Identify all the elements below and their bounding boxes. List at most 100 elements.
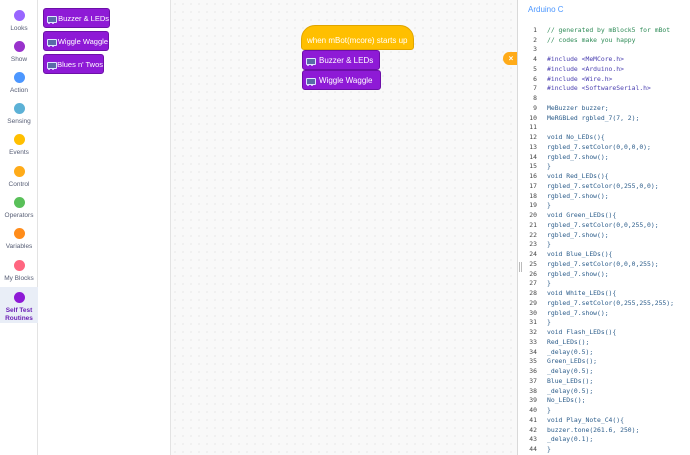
line-number: 10 xyxy=(529,113,537,122)
code-line: 21 rgbled_7.setColor(0,0,255,0); xyxy=(518,220,690,230)
line-number: 36 xyxy=(529,367,537,376)
code-line: 38 _delay(0.5); xyxy=(518,386,690,396)
code-line: 22 rgbled_7.show(); xyxy=(518,230,690,240)
code-line: 2 // codes make you happy xyxy=(518,35,690,45)
close-icon: × xyxy=(508,54,514,63)
code-text: Green_LEDs(); xyxy=(547,357,598,366)
code-text: void Green_LEDs(){ xyxy=(547,211,617,220)
category-events[interactable]: Events xyxy=(0,134,38,157)
code-line: 19} xyxy=(518,201,690,211)
category-my-blocks[interactable]: My Blocks xyxy=(0,260,38,283)
line-number: 32 xyxy=(529,328,537,337)
category-variables[interactable]: Variables xyxy=(0,228,38,251)
code-line: 16 void Red_LEDs(){ xyxy=(518,171,690,181)
code-text: #include <Arduino.h> xyxy=(547,64,624,73)
show-color-dot xyxy=(13,41,25,52)
category-sensing[interactable]: Sensing xyxy=(0,103,38,126)
code-text: void Blue_LEDs(){ xyxy=(547,250,613,259)
category-control[interactable]: Control xyxy=(0,166,38,189)
line-number: 23 xyxy=(529,240,537,249)
code-text: // generated by mBlock5 for mBot xyxy=(547,25,671,34)
block-palette: Buzzer & LEDs Wiggle Waggle Blues n' Two… xyxy=(38,0,171,455)
code-line: 28 void White_LEDs(){ xyxy=(518,288,690,298)
line-number: 4 xyxy=(533,55,537,64)
mblock-editor: Looks Show Action Sensing Events Control… xyxy=(0,0,690,455)
mbot-icon xyxy=(306,57,316,66)
category-show[interactable]: Show xyxy=(0,41,38,64)
code-line: 12 void No_LEDs(){ xyxy=(518,132,690,142)
category-action[interactable]: Action xyxy=(0,72,38,95)
line-number: 11 xyxy=(529,123,537,132)
line-number: 29 xyxy=(529,298,537,307)
category-label: Control xyxy=(8,181,30,188)
code-text: rgbled_7.setColor(0,0,0,255); xyxy=(547,259,659,268)
line-number: 15 xyxy=(529,162,537,171)
category-operators[interactable]: Operators xyxy=(0,197,38,220)
line-number: 12 xyxy=(529,133,537,142)
code-text: } xyxy=(547,240,551,249)
category-label: Action xyxy=(9,87,29,94)
code-text: void White_LEDs(){ xyxy=(547,289,617,298)
line-number: 24 xyxy=(529,250,537,259)
code-line: 10 MeRGBLed rgbled_7(7, 2); xyxy=(518,113,690,123)
code-text: } xyxy=(547,162,551,171)
block-label: Blues n' Twos xyxy=(57,59,103,69)
control-color-dot xyxy=(13,166,25,177)
code-panel-title: Arduino C xyxy=(528,5,564,14)
code-text: rgbled_7.show(); xyxy=(547,191,609,200)
variables-color-dot xyxy=(13,228,25,239)
code-line: 26 rgbled_7.show(); xyxy=(518,269,690,279)
code-text: _delay(0.5); xyxy=(547,367,594,376)
mbot-icon xyxy=(47,38,57,47)
mbot-icon xyxy=(306,77,316,86)
code-text: rgbled_7.setColor(0,0,255,0); xyxy=(547,220,659,229)
line-number: 3 xyxy=(533,45,537,54)
panel-resize-handle[interactable] xyxy=(519,262,522,272)
code-text: void Play_Note_C4(){ xyxy=(547,415,624,424)
line-number: 31 xyxy=(529,318,537,327)
line-number: 44 xyxy=(529,445,537,454)
line-number: 2 xyxy=(533,35,537,44)
code-text: #include <Wire.h> xyxy=(547,74,613,83)
code-line: 30 rgbled_7.show(); xyxy=(518,308,690,318)
stack-block-wiggle-waggle[interactable]: Wiggle Waggle xyxy=(302,70,381,90)
category-self-test-routines[interactable]: Self Test Routines xyxy=(0,287,38,323)
code-text: #include <MeMCore.h> xyxy=(547,55,624,64)
code-editor[interactable]: 1 // generated by mBlock5 for mBot 2 // cod… xyxy=(518,25,690,454)
code-line: 27} xyxy=(518,279,690,289)
code-panel: Arduino C 1 // generated by mBlock5 for m… xyxy=(517,0,690,455)
stack-block-buzzer-leds[interactable]: Buzzer & LEDs xyxy=(302,50,380,70)
code-text: } xyxy=(547,406,551,415)
line-number: 8 xyxy=(533,94,537,103)
code-text: // codes make you happy xyxy=(547,35,636,44)
line-number: 34 xyxy=(529,347,537,356)
palette-block-buzzer-leds[interactable]: Buzzer & LEDs xyxy=(43,8,110,28)
my-blocks-color-dot xyxy=(13,260,25,271)
code-text: No_LEDs(); xyxy=(547,396,586,405)
code-text: rgbled_7.setColor(0,255,0,0); xyxy=(547,181,659,190)
code-text: _delay(0.5); xyxy=(547,347,594,356)
code-text: void Red_LEDs(){ xyxy=(547,172,609,181)
code-text: _delay(0.1); xyxy=(547,435,594,444)
code-line: 20 void Green_LEDs(){ xyxy=(518,210,690,220)
code-text: rgbled_7.show(); xyxy=(547,230,609,239)
code-text: MeRGBLed rgbled_7(7, 2); xyxy=(547,113,640,122)
category-looks[interactable]: Looks xyxy=(0,10,38,33)
script-workspace[interactable]: when mBot(mcore) starts up Buzzer & LEDs… xyxy=(171,0,517,455)
hat-block-when-starts-up[interactable]: when mBot(mcore) starts up xyxy=(301,25,414,50)
code-line: 5 #include <Arduino.h> xyxy=(518,64,690,74)
line-number: 16 xyxy=(529,172,537,181)
line-number: 6 xyxy=(533,74,537,83)
line-number: 42 xyxy=(529,425,537,434)
code-text: rgbled_7.show(); xyxy=(547,308,609,317)
block-label: Wiggle Waggle xyxy=(57,36,108,46)
code-line: 44} xyxy=(518,444,690,454)
hat-block-label: when mBot(mcore) starts up xyxy=(307,35,408,45)
palette-block-wiggle-waggle[interactable]: Wiggle Waggle xyxy=(43,31,109,51)
line-number: 7 xyxy=(533,84,537,93)
category-sidebar: Looks Show Action Sensing Events Control… xyxy=(0,0,38,455)
category-label: Looks xyxy=(10,25,28,32)
code-text: void No_LEDs(){ xyxy=(547,133,605,142)
code-line: 36 _delay(0.5); xyxy=(518,366,690,376)
palette-block-blues-n-twos[interactable]: Blues n' Twos xyxy=(43,54,104,74)
